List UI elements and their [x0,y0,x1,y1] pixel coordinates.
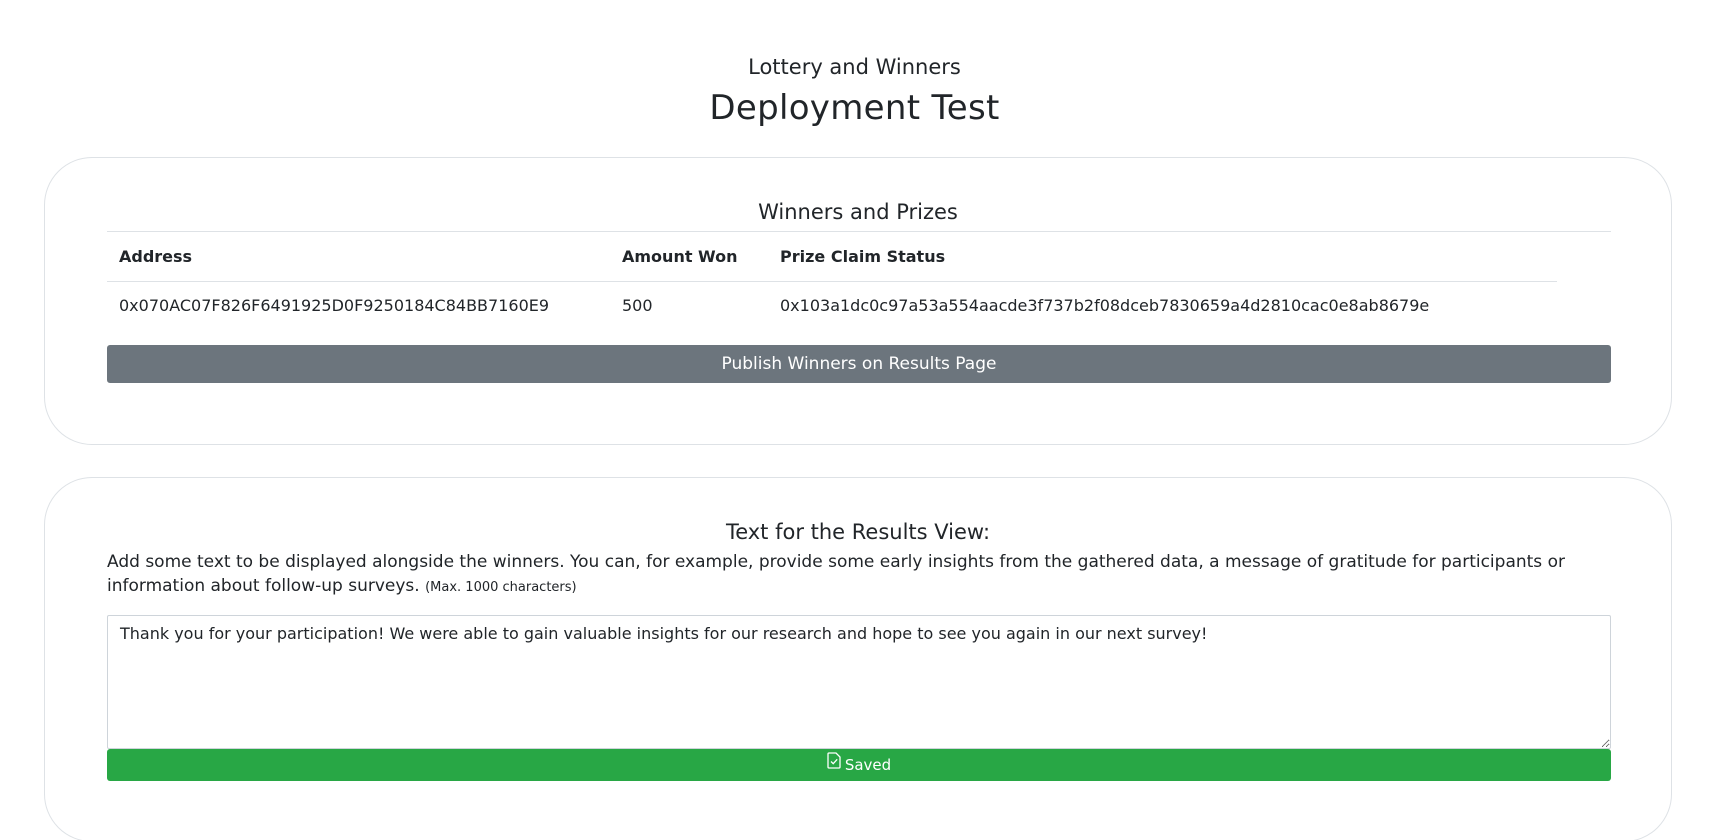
results-text-card: Text for the Results View: Add some text… [44,477,1672,840]
table-row: 0x070AC07F826F6491925D0F9250184C84BB7160… [107,281,1557,329]
column-header-prize-claim-status: Prize Claim Status [768,232,1557,282]
results-section-title: Text for the Results View: [725,520,991,544]
results-description: Add some text to be displayed alongside … [107,550,1611,600]
page-title: Deployment Test [709,88,1000,128]
winner-address-cell: 0x070AC07F826F6491925D0F9250184C84BB7160… [119,295,550,315]
column-header-address: Address [107,232,610,282]
file-check-icon [827,748,841,780]
page: Lottery and Winners Deployment Test Winn… [0,0,1709,840]
table-header-row: Address Amount Won Prize Claim Status [107,232,1557,282]
saved-button-label: Saved [844,756,892,774]
winners-card: Winners and Prizes Address Amount Won Pr… [44,157,1672,445]
winners-table: Address Amount Won Prize Claim Status 0x… [107,232,1557,329]
max-characters-note: (Max. 1000 characters) [425,580,577,595]
winners-section-title: Winners and Prizes [758,200,958,224]
column-header-amount-won: Amount Won [610,232,768,282]
results-description-text: Add some text to be displayed alongside … [107,552,1565,596]
winners-table-wrapper: Address Amount Won Prize Claim Status 0x… [107,231,1611,329]
saved-button[interactable]: Saved [107,749,1611,781]
winner-claim-status-cell: 0x103a1dc0c97a53a554aacde3f737b2f08dceb7… [780,295,1430,315]
winner-amount-cell: 500 [622,295,653,315]
page-header: Lottery and Winners Deployment Test [0,0,1709,130]
results-text-input[interactable] [107,615,1611,749]
page-subtitle: Lottery and Winners [748,55,961,79]
publish-winners-button[interactable]: Publish Winners on Results Page [107,345,1611,383]
